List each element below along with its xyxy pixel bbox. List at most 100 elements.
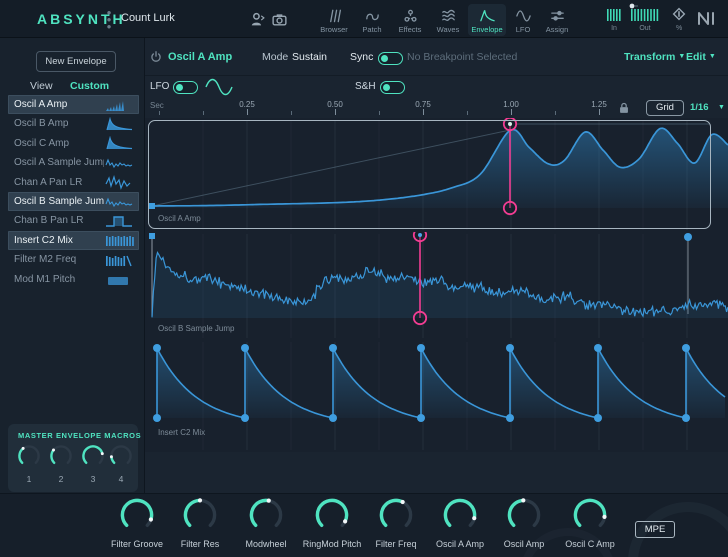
breakpoint-handle-bottom[interactable] [504,202,516,214]
sync-label: Sync [350,51,373,63]
knob-oscil-c-amp[interactable]: Oscil C Amp [558,497,622,549]
in-meter-label: In [606,25,622,32]
sh-label: S&H [355,81,376,92]
lfo-icon [515,7,532,24]
performance-knob-bar: Filter Groove Filter Res Modwheel RingMo… [0,493,728,557]
envelope-header: Oscil A Amp Mode Sustain Sync No Breakpo… [145,38,728,76]
camera-icon[interactable] [271,11,288,33]
sync-toggle[interactable] [378,52,403,65]
breakpoint-dot[interactable] [684,233,692,241]
tab-assign[interactable]: Assign [538,4,576,36]
breakpoint-dot[interactable] [506,344,514,352]
oscil-b-sample-jump-waveform-icon [104,195,136,209]
out-meter [630,6,660,22]
tab-envelope[interactable]: Envelope [468,4,506,36]
breakpoint-dot[interactable] [682,414,690,422]
tab-custom[interactable]: Custom [70,80,109,92]
envelope-sidebar: New Envelope View Custom Oscil A AmpOsci… [0,38,145,493]
breakpoint-dot[interactable] [594,344,602,352]
mpe-button[interactable]: MPE [635,521,675,538]
knob-filter-res[interactable]: Filter Res [168,497,232,549]
sidebar-item-mod-m1-pitch[interactable]: Mod M1 Pitch [8,270,139,289]
sidebar-item-filter-m2-freq[interactable]: Filter M2 Freq [8,250,139,269]
knob-ringmod-pitch[interactable]: RingMod Pitch [300,497,364,549]
breakpoint-dot[interactable] [153,414,161,422]
mode-value[interactable]: Sustain [292,51,327,63]
macro-knob-3[interactable]: 3 [80,444,106,484]
sidebar-item-chan-a-pan-lr[interactable]: Chan A Pan LR [8,173,139,192]
envelope-canvas-oscil-b-sample-jump[interactable]: Oscil B Sample Jump [145,232,728,340]
browser-icon [326,7,343,24]
knob-oscil-a-amp[interactable]: Oscil A Amp [428,497,492,549]
grid-division-value[interactable]: 1/16 [690,102,709,113]
lock-icon[interactable] [617,101,631,115]
knob-modwheel[interactable]: Modwheel [234,497,298,549]
chan-b-pan-lr-waveform-icon [104,214,136,228]
tab-effects[interactable]: Effects [391,4,429,36]
envelope-icon [479,7,496,24]
breakpoint-dot[interactable] [682,344,690,352]
breakpoint-handle-bottom[interactable] [414,312,426,324]
sidebar-item-insert-c2-mix[interactable]: Insert C2 Mix [8,231,139,250]
mode-label: Mode [262,51,288,63]
breakpoint-dot[interactable] [417,414,425,422]
tab-patch[interactable]: Patch [353,4,391,36]
assign-icon [549,7,566,24]
tab-lfo[interactable]: LFO [504,4,542,36]
sidebar-item-oscil-b-amp[interactable]: Oscil B Amp [8,114,139,133]
lfo-toggle[interactable] [173,81,198,94]
cpu-percent-label: % [676,25,682,32]
sidebar-item-oscil-a-sample-jump[interactable]: Oscil A Sample Jump [8,153,139,172]
breakpoint-dot[interactable] [417,344,425,352]
tab-waves[interactable]: Waves [429,4,467,36]
patch-icon [364,7,381,24]
tab-browser[interactable]: Browser [315,4,353,36]
master-envelope-macros-panel: MASTER ENVELOPE MACROS 1 2 3 4 [8,424,138,492]
sidebar-item-oscil-c-amp[interactable]: Oscil C Amp [8,134,139,153]
absynth-window: ABSYNTH ••• Count Lurk BrowserPatchEffec… [0,0,728,557]
breakpoint-square[interactable] [149,203,155,209]
new-envelope-button[interactable]: New Envelope [36,51,116,72]
breakpoint-dot[interactable] [241,414,249,422]
patch-name[interactable]: Count Lurk [121,12,175,24]
breakpoint-dot[interactable] [329,344,337,352]
lfo-sine-icon [203,78,245,96]
lfo-label: LFO [150,81,169,92]
chevron-down-icon: ▼ [709,53,716,60]
breakpoint-dot[interactable] [594,414,602,422]
knob-filter-freq[interactable]: Filter Freq [364,497,428,549]
sidebar-item-chan-b-pan-lr[interactable]: Chan B Pan LR [8,211,139,230]
out-meter-label: Out [630,25,660,32]
knob-oscil-amp[interactable]: Oscil Amp [492,497,556,549]
user-icon[interactable] [249,11,266,33]
transform-dropdown[interactable]: Transform▼ [624,51,685,63]
chan-a-pan-lr-waveform-icon [104,175,136,189]
breakpoint-dot[interactable] [506,414,514,422]
ni-logo [696,10,720,26]
breakpoint-square[interactable] [149,233,155,239]
envelope-canvas-oscil-a-amp[interactable]: Oscil A Amp [145,118,728,232]
sidebar-item-oscil-a-amp[interactable]: Oscil A Amp [8,95,139,114]
envelope-panel-label: Oscil A Amp [158,214,201,223]
edit-dropdown[interactable]: Edit▼ [686,51,716,63]
menu-dots-icon[interactable]: ••• [104,9,114,30]
tab-view[interactable]: View [30,80,53,92]
envelope-canvas-insert-c2-mix[interactable]: Insert C2 Mix [145,340,728,452]
current-envelope-title: Oscil A Amp [168,51,232,63]
sidebar-item-oscil-b-sample-jump[interactable]: Oscil B Sample Jump [8,192,139,211]
grid-button[interactable]: Grid [646,100,684,116]
breakpoint-dot[interactable] [241,344,249,352]
waves-icon [440,7,457,24]
macro-knob-2[interactable]: 2 [48,444,74,484]
breakpoint-dot[interactable] [153,344,161,352]
macro-knob-1[interactable]: 1 [16,444,42,484]
breakpoint-dot[interactable] [329,414,337,422]
knob-filter-groove[interactable]: Filter Groove [105,497,169,549]
timeline-ruler[interactable]: Sec 0.250.500.751.001.25 Grid 1/16 ▼ [145,98,728,118]
macro-knob-4[interactable]: 4 [108,444,134,484]
time-unit-label: Sec [150,101,164,110]
oscil-b-amp-waveform-icon [104,117,136,131]
chevron-down-icon: ▼ [718,104,725,111]
power-icon[interactable] [149,50,163,64]
sh-toggle[interactable] [380,81,405,94]
